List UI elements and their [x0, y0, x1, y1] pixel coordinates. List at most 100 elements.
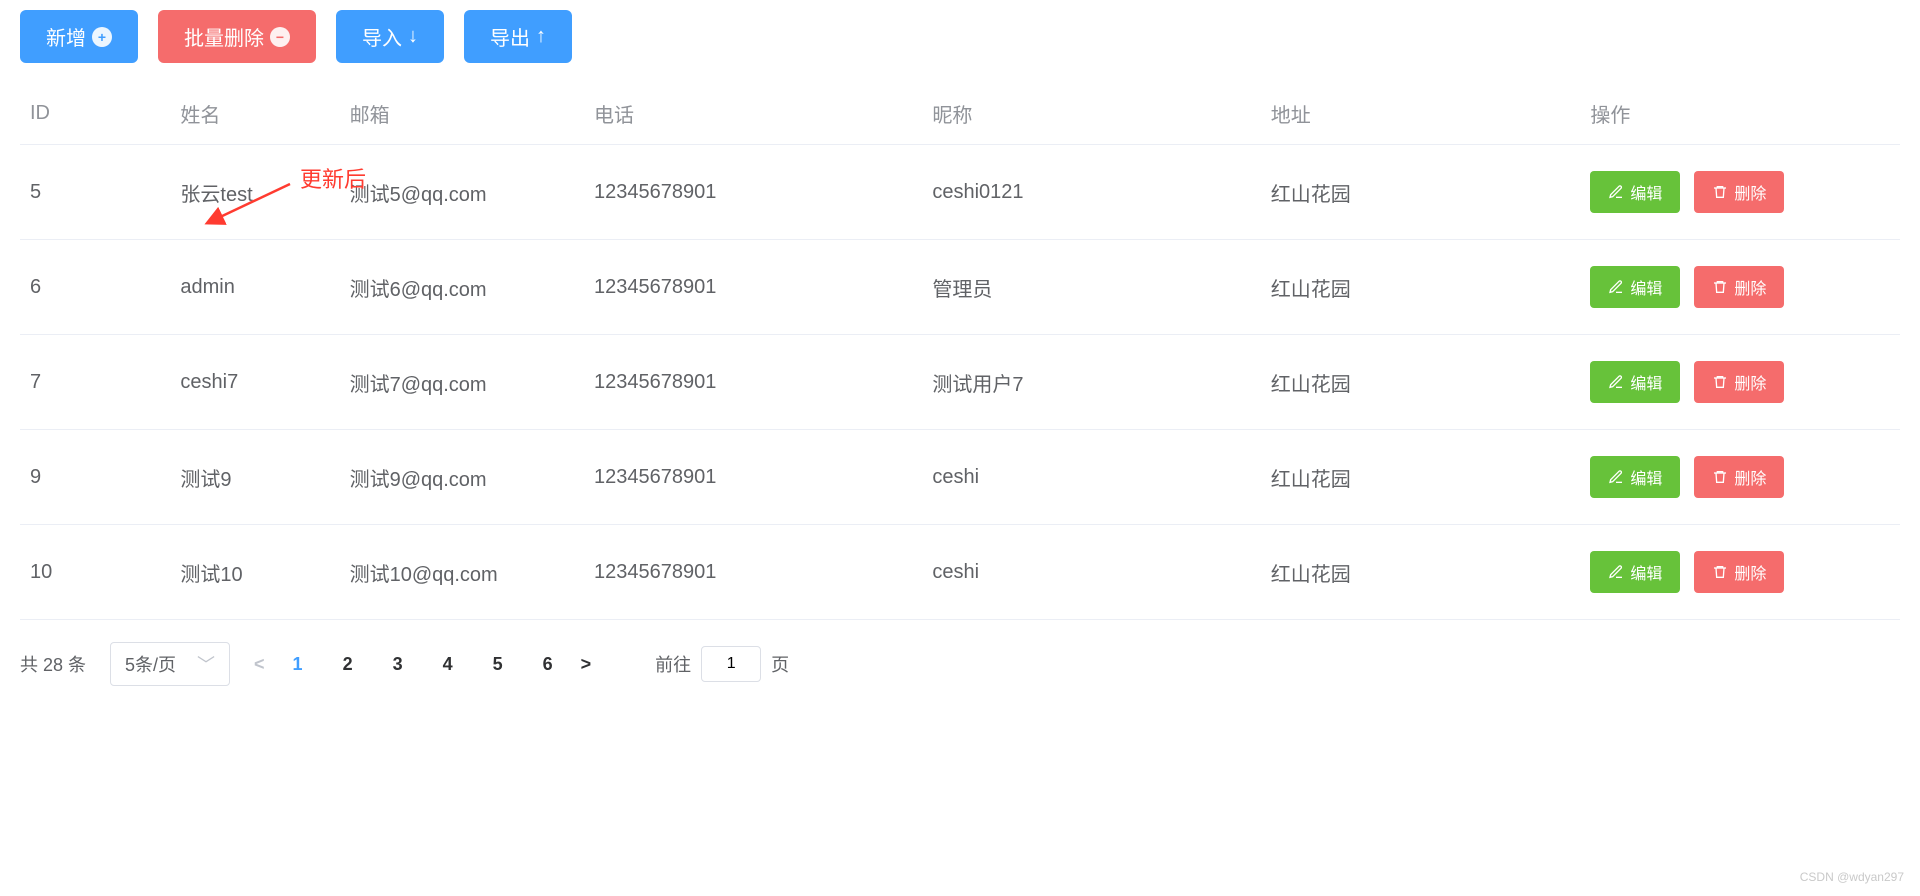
edit-button-label: 编辑 — [1630, 465, 1662, 489]
goto-prefix: 前往 — [655, 651, 691, 677]
export-button[interactable]: 导出 ↑ — [464, 10, 572, 63]
delete-button[interactable]: 删除 — [1694, 361, 1784, 403]
minus-circle-icon — [270, 27, 290, 47]
table-row: 7ceshi7测试7@qq.com12345678901测试用户7红山花园 编辑 删… — [20, 335, 1900, 430]
edit-button-label: 编辑 — [1630, 180, 1662, 204]
upload-arrow-icon: ↑ — [536, 25, 546, 48]
cell-email: 测试5@qq.com — [340, 145, 584, 240]
delete-button[interactable]: 删除 — [1694, 266, 1784, 308]
cell-nickname: 测试用户7 — [922, 335, 1260, 430]
cell-name: 测试9 — [170, 430, 339, 525]
export-button-label: 导出 — [490, 22, 530, 51]
import-button-label: 导入 — [362, 22, 402, 51]
delete-button[interactable]: 删除 — [1694, 551, 1784, 593]
batch-delete-button[interactable]: 批量删除 — [158, 10, 316, 63]
col-header-id: ID — [20, 83, 170, 145]
cell-address: 红山花园 — [1261, 145, 1581, 240]
edit-button[interactable]: 编辑 — [1590, 171, 1680, 213]
cell-phone: 12345678901 — [584, 145, 922, 240]
cell-name: admin — [170, 240, 339, 335]
cell-email: 测试9@qq.com — [340, 430, 584, 525]
pager-page-6[interactable]: 6 — [543, 654, 553, 675]
cell-phone: 12345678901 — [584, 430, 922, 525]
watermark: CSDN @wdyan297 — [1800, 870, 1904, 884]
cell-nickname: ceshi — [922, 525, 1260, 620]
cell-id: 6 — [20, 240, 170, 335]
pager-list: < 1 2 3 4 5 6 > — [254, 654, 591, 675]
cell-address: 红山花园 — [1261, 525, 1581, 620]
edit-button[interactable]: 编辑 — [1590, 361, 1680, 403]
trash-icon — [1712, 564, 1728, 580]
delete-button-label: 删除 — [1734, 370, 1766, 394]
cell-ops: 编辑 删除 — [1580, 145, 1900, 240]
pager-page-2[interactable]: 2 — [343, 654, 353, 675]
cell-id: 9 — [20, 430, 170, 525]
cell-phone: 12345678901 — [584, 335, 922, 430]
pager-next-button[interactable]: > — [581, 654, 592, 675]
table-row: 10测试10测试10@qq.com12345678901ceshi红山花园编辑删… — [20, 525, 1900, 620]
pagination-total: 共 28 条 — [20, 651, 86, 677]
chevron-down-icon: ﹀ — [197, 651, 215, 677]
cell-name: 张云test — [170, 145, 339, 240]
plus-circle-icon — [92, 27, 112, 47]
edit-button-label: 编辑 — [1630, 560, 1662, 584]
cell-name: 测试10 — [170, 525, 339, 620]
table-row: 5张云test测试5@qq.com12345678901ceshi0121红山花… — [20, 145, 1900, 240]
edit-icon — [1608, 469, 1624, 485]
cell-ops: 编辑 删除 — [1580, 335, 1900, 430]
col-header-address: 地址 — [1261, 83, 1581, 145]
import-button[interactable]: 导入 ↓ — [336, 10, 444, 63]
page-size-label: 5条/页 — [125, 651, 176, 677]
table-header-row: ID 姓名 邮箱 电话 昵称 地址 操作 — [20, 83, 1900, 145]
cell-phone: 12345678901 — [584, 240, 922, 335]
pager-prev-button[interactable]: < — [254, 654, 265, 675]
goto-page-input[interactable] — [701, 646, 761, 682]
data-table: ID 姓名 邮箱 电话 昵称 地址 操作 5张云test测试5@qq.com12… — [20, 83, 1900, 620]
download-arrow-icon: ↓ — [408, 25, 418, 48]
page-size-select[interactable]: 5条/页 ﹀ — [110, 642, 230, 686]
edit-button[interactable]: 编辑 — [1590, 456, 1680, 498]
table-row: 6admin测试6@qq.com12345678901管理员红山花园编辑删除 — [20, 240, 1900, 335]
trash-icon — [1712, 279, 1728, 295]
delete-button-label: 删除 — [1734, 560, 1766, 584]
edit-button[interactable]: 编辑 — [1590, 266, 1680, 308]
cell-name: ceshi7 — [170, 335, 339, 430]
cell-email: 测试10@qq.com — [340, 525, 584, 620]
pagination-goto: 前往 页 — [655, 646, 789, 682]
edit-icon — [1608, 564, 1624, 580]
cell-address: 红山花园 — [1261, 240, 1581, 335]
col-header-email: 邮箱 — [340, 83, 584, 145]
col-header-nickname: 昵称 — [922, 83, 1260, 145]
cell-nickname: ceshi — [922, 430, 1260, 525]
toolbar: 新增 批量删除 导入 ↓ 导出 ↑ — [20, 10, 1900, 63]
cell-email: 测试7@qq.com — [340, 335, 584, 430]
col-header-phone: 电话 — [584, 83, 922, 145]
cell-id: 5 — [20, 145, 170, 240]
pagination: 共 28 条 5条/页 ﹀ < 1 2 3 4 5 6 > 前往 页 — [20, 642, 1900, 686]
trash-icon — [1712, 184, 1728, 200]
edit-button-label: 编辑 — [1630, 370, 1662, 394]
delete-button[interactable]: 删除 — [1694, 456, 1784, 498]
delete-button-label: 删除 — [1734, 275, 1766, 299]
cell-id: 7 — [20, 335, 170, 430]
add-button[interactable]: 新增 — [20, 10, 138, 63]
goto-suffix: 页 — [771, 651, 789, 677]
delete-button[interactable]: 删除 — [1694, 171, 1784, 213]
edit-button[interactable]: 编辑 — [1590, 551, 1680, 593]
cell-address: 红山花园 — [1261, 335, 1581, 430]
trash-icon — [1712, 374, 1728, 390]
pager-page-5[interactable]: 5 — [493, 654, 503, 675]
add-button-label: 新增 — [46, 22, 86, 51]
cell-phone: 12345678901 — [584, 525, 922, 620]
delete-button-label: 删除 — [1734, 465, 1766, 489]
batch-delete-button-label: 批量删除 — [184, 22, 264, 51]
col-header-name: 姓名 — [170, 83, 339, 145]
edit-icon — [1608, 184, 1624, 200]
pager-page-3[interactable]: 3 — [393, 654, 403, 675]
pager-page-1[interactable]: 1 — [293, 654, 303, 675]
cell-address: 红山花园 — [1261, 430, 1581, 525]
cell-ops: 编辑 删除 — [1580, 430, 1900, 525]
pager-page-4[interactable]: 4 — [443, 654, 453, 675]
cell-nickname: ceshi0121 — [922, 145, 1260, 240]
cell-ops: 编辑 删除 — [1580, 525, 1900, 620]
